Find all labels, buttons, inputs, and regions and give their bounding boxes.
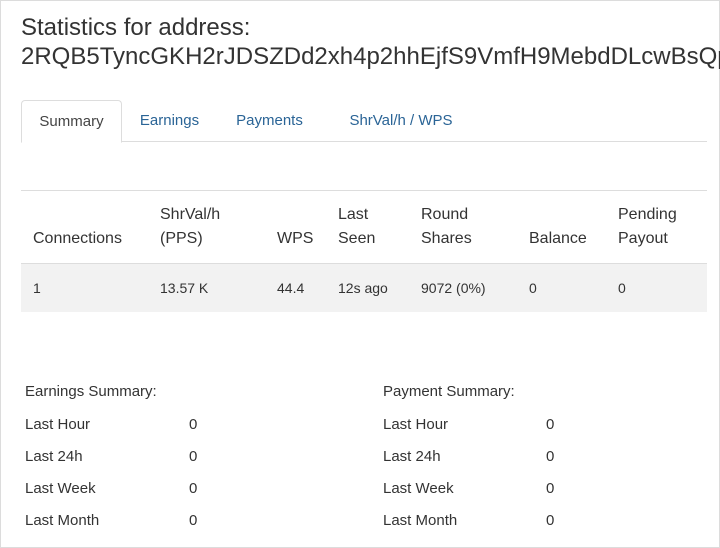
table-row: 1 13.57 K 44.4 12s ago 9072 (0%) 0 0: [21, 263, 707, 312]
cell-last-seen: 12s ago: [326, 263, 409, 312]
column-header-last-seen: Last Seen: [326, 190, 409, 264]
summary-label: Last Hour: [383, 416, 449, 433]
cell-wps: 44.4: [265, 263, 326, 312]
tab-summary[interactable]: Summary: [21, 100, 122, 143]
page-title-line: Statistics for address:: [21, 14, 251, 41]
summary-label: Last 24h: [383, 448, 441, 465]
tab-payments[interactable]: Payments: [217, 100, 322, 142]
summary-label: Last Month: [383, 512, 458, 529]
cell-pending-payout: 0: [606, 263, 707, 312]
list-item: Last Hour 0: [25, 409, 345, 441]
column-header-connections: Connections: [21, 190, 148, 264]
summary-value: 0: [189, 448, 198, 465]
summary-value: 0: [546, 480, 555, 497]
earnings-summary: Earnings Summary: Last Hour 0 Last 24h 0 L…: [25, 379, 345, 537]
list-item: Last Month 0: [383, 505, 703, 537]
summary-value: 0: [546, 448, 555, 465]
list-item: Last Hour 0: [383, 409, 703, 441]
list-item: Last 24h 0: [25, 441, 345, 473]
column-header-balance: Balance: [517, 190, 606, 264]
stats-table: Connections ShrVal/h (PPS) WPS Last Seen R…: [21, 190, 707, 312]
tab-bar: Summary Earnings Payments ShrVal/h / WPS: [21, 100, 707, 143]
cell-shrval-pps: 13.57 K: [148, 263, 265, 312]
column-header-pending-payout: Pending Payout: [606, 190, 707, 264]
stats-page: Statistics for address: 2RQB5TyncGKH2rJD…: [0, 0, 720, 548]
list-item: Last Week 0: [25, 473, 345, 505]
table-header-row: Connections ShrVal/h (PPS) WPS Last Seen R…: [21, 190, 707, 264]
column-header-shrval-pps: ShrVal/h (PPS): [148, 190, 265, 264]
address-text: 2RQB5TyncGKH2rJDSZDd2xh4p2hhEjfS9VmfH9Me…: [21, 43, 720, 70]
column-header-round-shares: Round Shares: [409, 190, 517, 264]
summary-label: Last Hour: [25, 416, 91, 433]
summary-label: Last Month: [25, 512, 100, 529]
page-title: Statistics for address: 2RQB5TyncGKH2rJD…: [21, 13, 720, 71]
list-item: Last Month 0: [25, 505, 345, 537]
cell-connections: 1: [21, 263, 148, 312]
list-item: Last 24h 0: [383, 441, 703, 473]
earnings-summary-heading: Earnings Summary:: [25, 383, 157, 400]
cell-round-shares: 9072 (0%): [409, 263, 517, 312]
cell-balance: 0: [517, 263, 606, 312]
summary-value: 0: [546, 512, 555, 529]
payment-summary: Payment Summary: Last Hour 0 Last 24h 0 La…: [383, 379, 703, 537]
summary-label: Last Week: [25, 480, 96, 497]
tab-shrval-wps[interactable]: ShrVal/h / WPS: [322, 100, 480, 142]
column-header-wps: WPS: [265, 190, 326, 264]
payment-summary-heading: Payment Summary:: [383, 383, 515, 400]
summary-value: 0: [546, 416, 555, 433]
list-item: Last Week 0: [383, 473, 703, 505]
summary-value: 0: [189, 416, 198, 433]
tab-earnings[interactable]: Earnings: [122, 100, 217, 142]
summary-label: Last 24h: [25, 448, 83, 465]
summary-label: Last Week: [383, 480, 454, 497]
summary-value: 0: [189, 512, 198, 529]
summary-value: 0: [189, 480, 198, 497]
